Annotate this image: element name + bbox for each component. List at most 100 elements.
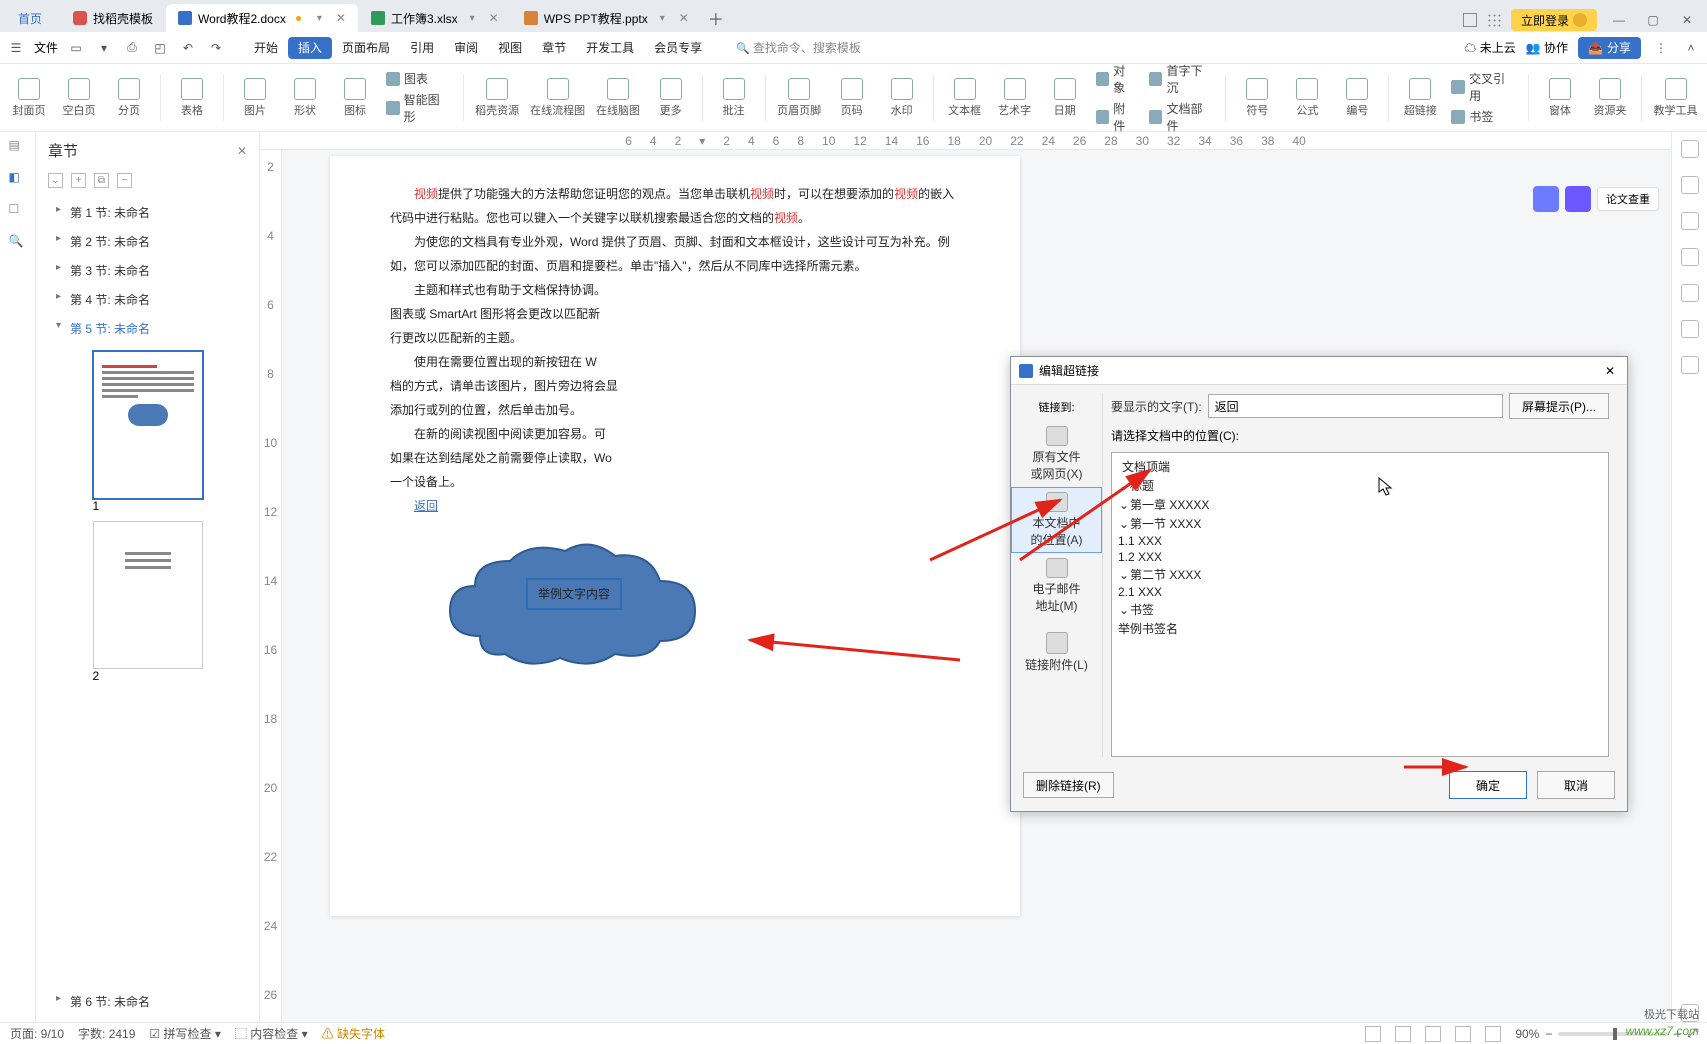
horizontal-ruler[interactable]: 642▾246810121416182022242628303234363840 — [260, 132, 1671, 150]
opt-file-web[interactable]: 原有文件 或网页(X) — [1011, 421, 1102, 487]
view-mode-icon[interactable] — [1485, 1026, 1501, 1042]
view-mode-icon[interactable] — [1455, 1026, 1471, 1042]
dialog-close-icon[interactable]: ✕ — [1601, 362, 1619, 380]
section-item[interactable]: 第 1 节: 未命名 — [36, 198, 259, 227]
tab-layout[interactable]: 页面布局 — [332, 32, 400, 64]
section-item[interactable]: 第 3 节: 未命名 — [36, 256, 259, 285]
sidebar-expand-icon[interactable]: ⌄ — [48, 173, 63, 188]
tab-dropdown-icon[interactable]: ▾ — [660, 13, 665, 24]
ribbon-more[interactable]: 更多 — [648, 69, 694, 127]
page-thumbnail[interactable] — [93, 351, 203, 499]
tab-start[interactable]: 开始 — [244, 32, 288, 64]
document-page[interactable]: 视频提供了功能强大的方法帮助您证明您的观点。当您单击联机视频时，可以在想要添加的… — [330, 156, 1020, 916]
ribbon-resource[interactable]: 稻壳资源 — [472, 69, 523, 127]
ribbon-dropcap-parts[interactable]: 首字下沉 文档部件 — [1145, 69, 1218, 127]
screentip-button[interactable]: 屏幕提示(P)... — [1509, 393, 1609, 419]
share-button[interactable]: 📤 分享 — [1578, 37, 1641, 59]
opt-attach[interactable]: 链接附件(L) — [1011, 619, 1102, 685]
dialog-titlebar[interactable]: 编辑超链接 ✕ — [1011, 357, 1627, 385]
save-icon[interactable]: ▾ — [94, 38, 114, 58]
section-item[interactable]: 第 6 节: 未命名 — [36, 987, 259, 1016]
opt-this-doc[interactable]: 本文档中 的位置(A) — [1011, 487, 1102, 553]
status-words[interactable]: 字数: 2419 — [78, 1025, 135, 1042]
ribbon-table[interactable]: 表格 — [169, 69, 215, 127]
tab-section[interactable]: 章节 — [532, 32, 576, 64]
page-thumbnail[interactable] — [93, 521, 203, 669]
view-mode-icon[interactable] — [1425, 1026, 1441, 1042]
ribbon-picture[interactable]: 图片 — [232, 69, 278, 127]
nav-search-icon[interactable]: 🔍 — [9, 234, 27, 252]
ribbon-shape[interactable]: 形状 — [282, 69, 328, 127]
tab-excel[interactable]: 工作簿3.xlsx ▾ ✕ — [359, 4, 511, 32]
titlebar-icon-1[interactable] — [1463, 13, 1477, 27]
window-maximize[interactable]: ▢ — [1641, 8, 1665, 32]
tab-reference[interactable]: 引用 — [400, 32, 444, 64]
tree-ch1[interactable]: ⌄第一章 XXXXX — [1118, 495, 1602, 514]
file-menu[interactable]: 文件 — [34, 39, 58, 56]
rpanel-icon[interactable] — [1681, 320, 1699, 338]
ribbon-pagenum[interactable]: 页码 — [829, 69, 875, 127]
sidebar-dup-icon[interactable]: ⧉ — [94, 173, 109, 188]
location-tree[interactable]: 文档顶端 ⌄标题 ⌄第一章 XXXXX ⌄第一节 XXXX 1.1 XXX 1.… — [1111, 452, 1609, 757]
cloud-shape[interactable]: 举例文字内容 — [430, 536, 710, 676]
tab-close-icon[interactable]: ✕ — [336, 11, 346, 25]
titlebar-icon-apps[interactable] — [1487, 13, 1501, 27]
ribbon-symbol[interactable]: 符号 — [1234, 69, 1280, 127]
sidebar-add-icon[interactable]: + — [71, 173, 86, 188]
redo-icon[interactable]: ↷ — [206, 38, 226, 58]
login-button[interactable]: 立即登录 — [1511, 9, 1597, 31]
menu-icon[interactable]: ☰ — [6, 38, 26, 58]
tab-close-icon[interactable]: ✕ — [679, 11, 689, 25]
opt-email[interactable]: 电子邮件 地址(M) — [1011, 553, 1102, 619]
tree-n21[interactable]: 2.1 XXX — [1118, 584, 1602, 600]
ribbon-watermark[interactable]: 水印 — [879, 69, 925, 127]
tree-bookmark[interactable]: ⌄书签 — [1118, 600, 1602, 619]
tree-s2[interactable]: ⌄第二节 XXXX — [1118, 565, 1602, 584]
command-search[interactable]: 🔍 查找命令、搜索模板 — [736, 39, 861, 56]
cancel-button[interactable]: 取消 — [1537, 771, 1615, 799]
tab-devtools[interactable]: 开发工具 — [576, 32, 644, 64]
rpanel-icon[interactable] — [1681, 248, 1699, 266]
ribbon-hyperlink[interactable]: 超链接 — [1397, 69, 1443, 127]
section-item-active[interactable]: 第 5 节: 未命名 — [36, 314, 259, 343]
section-item[interactable]: 第 4 节: 未命名 — [36, 285, 259, 314]
sidebar-del-icon[interactable]: − — [117, 173, 132, 188]
ribbon-resfolder[interactable]: 资源夹 — [1587, 69, 1633, 127]
sidebar-close-icon[interactable]: ✕ — [237, 144, 247, 158]
tab-ppt[interactable]: WPS PPT教程.pptx ▾ ✕ — [512, 4, 701, 32]
ribbon-pagebreak[interactable]: 分页 — [106, 69, 152, 127]
rpanel-icon[interactable] — [1681, 212, 1699, 230]
view-mode-icon[interactable] — [1365, 1026, 1381, 1042]
ribbon-formula[interactable]: 公式 — [1284, 69, 1330, 127]
print-icon[interactable]: ⎙ — [122, 38, 142, 58]
status-spell[interactable]: ☑ 拼写检查 ▾ — [149, 1025, 220, 1042]
tree-s1[interactable]: ⌄第一节 XXXX — [1118, 514, 1602, 533]
rpanel-icon[interactable] — [1681, 284, 1699, 302]
nav-section-icon[interactable]: ◧ — [9, 170, 27, 188]
collab-button[interactable]: 👥 协作 — [1526, 39, 1568, 56]
more-icon[interactable]: ⋮ — [1651, 38, 1671, 58]
view-mode-icon[interactable] — [1395, 1026, 1411, 1042]
window-close[interactable]: ✕ — [1675, 8, 1699, 32]
tab-vip[interactable]: 会员专享 — [644, 32, 712, 64]
undo-icon[interactable]: ↶ — [178, 38, 198, 58]
status-font[interactable]: ⚠ 缺失字体 — [322, 1025, 385, 1042]
ribbon-blank[interactable]: 空白页 — [56, 69, 102, 127]
tab-insert[interactable]: 插入 — [288, 37, 332, 59]
tree-bk1[interactable]: 举例书签名 — [1118, 619, 1602, 638]
zoom-out-icon[interactable]: − — [1545, 1027, 1552, 1041]
open-icon[interactable]: ▭ — [66, 38, 86, 58]
tab-view[interactable]: 视图 — [488, 32, 532, 64]
section-item[interactable]: 第 2 节: 未命名 — [36, 227, 259, 256]
tree-heading[interactable]: ⌄标题 — [1118, 476, 1602, 495]
nav-outline-icon[interactable]: ▤ — [9, 138, 27, 156]
status-content[interactable]: ⬚ 内容检查 ▾ — [235, 1025, 308, 1042]
window-minimize[interactable]: — — [1607, 8, 1631, 32]
hyperlink-return[interactable]: 返回 — [414, 499, 438, 513]
remove-link-button[interactable]: 删除链接(R) — [1023, 772, 1114, 798]
display-text-input[interactable] — [1208, 394, 1503, 418]
ribbon-numbering[interactable]: 编号 — [1334, 69, 1380, 127]
ribbon-iconlib[interactable]: 图标 — [332, 69, 378, 127]
ribbon-object-dropcap[interactable]: 对象 附件 — [1092, 69, 1141, 127]
ribbon-cover[interactable]: 封面页 — [6, 69, 52, 127]
